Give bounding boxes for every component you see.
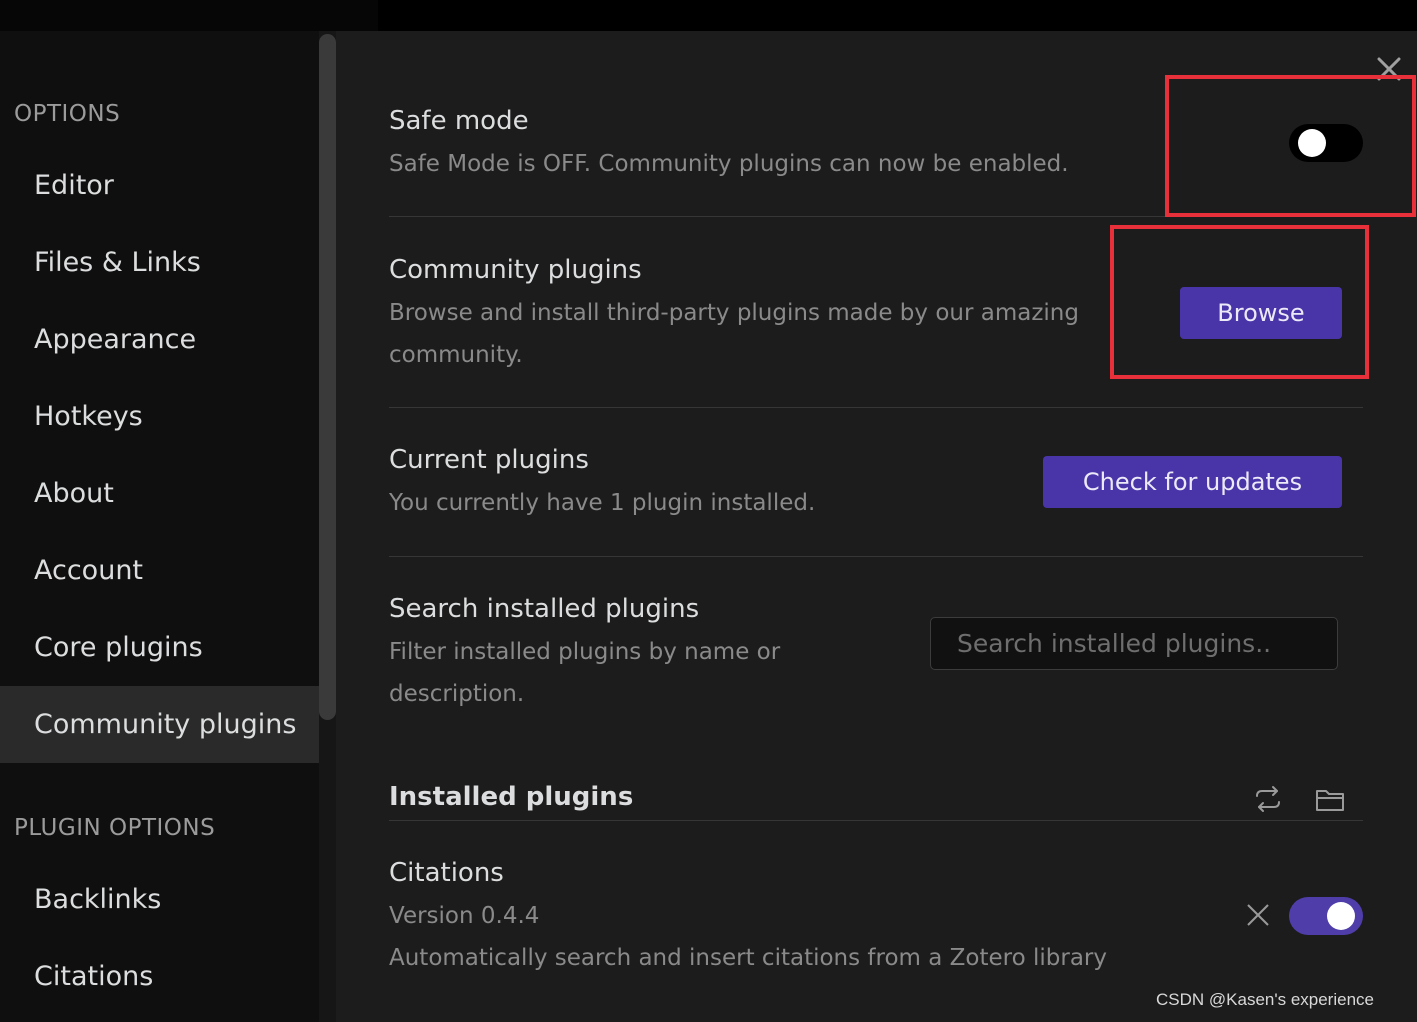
- divider: [389, 820, 1363, 821]
- toggle-knob: [1327, 902, 1355, 930]
- sidebar-item-about[interactable]: About: [0, 455, 319, 532]
- uninstall-plugin-icon[interactable]: [1243, 900, 1273, 930]
- sidebar-item-citations[interactable]: Citations: [0, 938, 319, 1015]
- check-for-updates-button[interactable]: Check for updates: [1043, 456, 1342, 508]
- safe-mode-description: Safe Mode is OFF. Community plugins can …: [389, 151, 1069, 177]
- sidebar-item-label: Appearance: [34, 324, 197, 355]
- sidebar-item-label: Files & Links: [34, 247, 201, 278]
- sidebar-item-label: Editor: [34, 170, 114, 201]
- browse-button[interactable]: Browse: [1180, 287, 1342, 339]
- window-top-bar: [0, 0, 1417, 31]
- plugin-name: Citations: [389, 858, 504, 888]
- watermark-text: CSDN @Kasen's experience: [1156, 990, 1374, 1009]
- sidebar-item-label: Core plugins: [34, 632, 203, 663]
- installed-plugins-heading: Installed plugins: [389, 782, 634, 812]
- divider: [389, 216, 1363, 217]
- citations-plugin-toggle[interactable]: [1289, 897, 1363, 935]
- plugin-version: Version 0.4.4: [389, 903, 540, 929]
- sidebar-item-appearance[interactable]: Appearance: [0, 301, 319, 378]
- sidebar-item-editor[interactable]: Editor: [0, 147, 319, 224]
- community-plugins-description: Browse and install third-party plugins m…: [389, 300, 1079, 368]
- divider: [389, 407, 1363, 408]
- sidebar-item-label: Citations: [34, 961, 154, 992]
- search-installed-title: Search installed plugins: [389, 594, 700, 624]
- sidebar-item-label: Community plugins: [34, 709, 297, 740]
- sidebar-item-label: About: [34, 478, 114, 509]
- sidebar-item-label: Hotkeys: [34, 401, 143, 432]
- sidebar-item-files-links[interactable]: Files & Links: [0, 224, 319, 301]
- toggle-knob: [1298, 129, 1326, 157]
- folder-icon[interactable]: [1314, 783, 1346, 815]
- sidebar-heading-plugin-options: PLUGIN OPTIONS: [14, 815, 216, 841]
- sidebar-item-community-plugins[interactable]: Community plugins: [0, 686, 319, 763]
- sidebar-item-backlinks[interactable]: Backlinks: [0, 861, 319, 938]
- safe-mode-toggle[interactable]: [1289, 124, 1363, 162]
- divider: [389, 556, 1363, 557]
- community-plugins-title: Community plugins: [389, 255, 642, 285]
- current-plugins-description: You currently have 1 plugin installed.: [389, 490, 816, 516]
- close-icon[interactable]: [1376, 56, 1402, 82]
- safe-mode-title: Safe mode: [389, 106, 529, 136]
- sidebar-item-core-plugins[interactable]: Core plugins: [0, 609, 319, 686]
- sidebar-item-hotkeys[interactable]: Hotkeys: [0, 378, 319, 455]
- top-bar-segment: [0, 0, 378, 31]
- sidebar-scrollbar-thumb[interactable]: [319, 34, 336, 720]
- sidebar-item-account[interactable]: Account: [0, 532, 319, 609]
- reload-icon[interactable]: [1252, 783, 1284, 815]
- current-plugins-title: Current plugins: [389, 445, 589, 475]
- sidebar-item-label: Account: [34, 555, 144, 586]
- sidebar-heading-options: OPTIONS: [14, 101, 121, 127]
- search-installed-description: Filter installed plugins by name or desc…: [389, 639, 781, 707]
- sidebar-item-label: Backlinks: [34, 884, 162, 915]
- search-installed-input[interactable]: [930, 617, 1338, 670]
- plugin-description: Automatically search and insert citation…: [389, 945, 1107, 971]
